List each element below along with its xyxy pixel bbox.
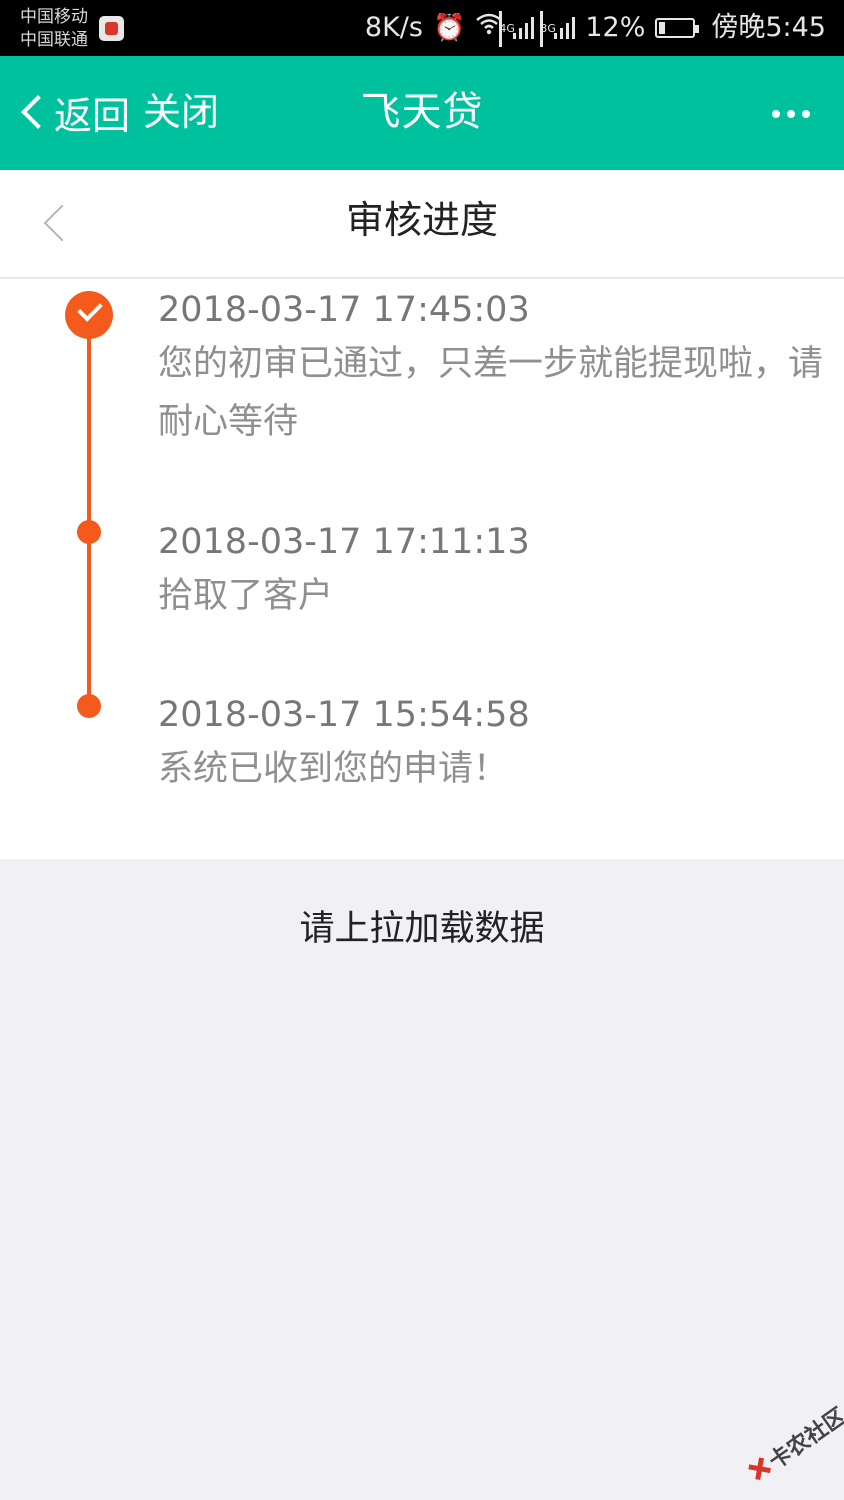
page-header: 审核进度 bbox=[0, 170, 844, 278]
checkmark-icon bbox=[65, 291, 113, 339]
watermark-text: 卡农社区 bbox=[764, 1403, 844, 1475]
review-progress-timeline: 2018-03-17 17:45:03 您的初审已通过，只差一步就能提现啦，请耐… bbox=[0, 279, 844, 859]
timeline-text: 您的初审已通过，只差一步就能提现啦，请耐心等待 bbox=[158, 344, 824, 442]
timeline-time: 2018-03-17 17:11:13 bbox=[158, 522, 530, 562]
app-notification-icon bbox=[99, 16, 124, 41]
clock: 傍晚5:45 bbox=[711, 12, 826, 43]
signal-3g-icon: 3G bbox=[540, 11, 576, 47]
timeline-entry: 2018-03-17 17:11:13 拾取了客户 bbox=[158, 517, 824, 625]
timeline-dot bbox=[77, 694, 101, 718]
battery-icon bbox=[655, 18, 700, 38]
timeline-line bbox=[87, 315, 91, 707]
timeline-text: 系统已收到您的申请！ bbox=[158, 749, 509, 789]
load-more-hint[interactable]: 请上拉加载数据 bbox=[0, 904, 844, 954]
timeline-dot bbox=[77, 520, 101, 544]
timeline-text: 拾取了客户 bbox=[158, 576, 334, 616]
carrier-2: 中国联通 bbox=[20, 30, 88, 50]
watermark-logo: 卡农社区 bbox=[729, 1388, 844, 1500]
page-title: 审核进度 bbox=[345, 198, 498, 242]
signal-4g-icon: 4G bbox=[499, 11, 535, 47]
more-options-icon[interactable] bbox=[772, 104, 810, 124]
timeline-entry: 2018-03-17 15:54:58 系统已收到您的申请！ bbox=[158, 690, 824, 798]
status-bar: 中国移动 中国联通 8K/s ⏰ 4G 3G 12% 傍晚5:45 bbox=[0, 0, 844, 56]
timeline-entry: 2018-03-17 17:45:03 您的初审已通过，只差一步就能提现啦，请耐… bbox=[158, 285, 824, 451]
carrier-1: 中国移动 bbox=[20, 7, 88, 27]
app-title: 飞天贷 bbox=[360, 89, 484, 135]
timeline-time: 2018-03-17 17:45:03 bbox=[158, 290, 530, 330]
carrier-info: 中国移动 中国联通 bbox=[20, 6, 88, 52]
app-bar: 返回 关闭 飞天贷 bbox=[0, 56, 844, 170]
status-indicators: 8K/s ⏰ 4G 3G 12% 傍晚5:45 bbox=[364, 10, 826, 47]
timeline-time: 2018-03-17 15:54:58 bbox=[158, 695, 530, 735]
battery-percent: 12% bbox=[585, 12, 646, 43]
network-speed: 8K/s bbox=[364, 12, 423, 43]
alarm-icon: ⏰ bbox=[432, 13, 466, 43]
